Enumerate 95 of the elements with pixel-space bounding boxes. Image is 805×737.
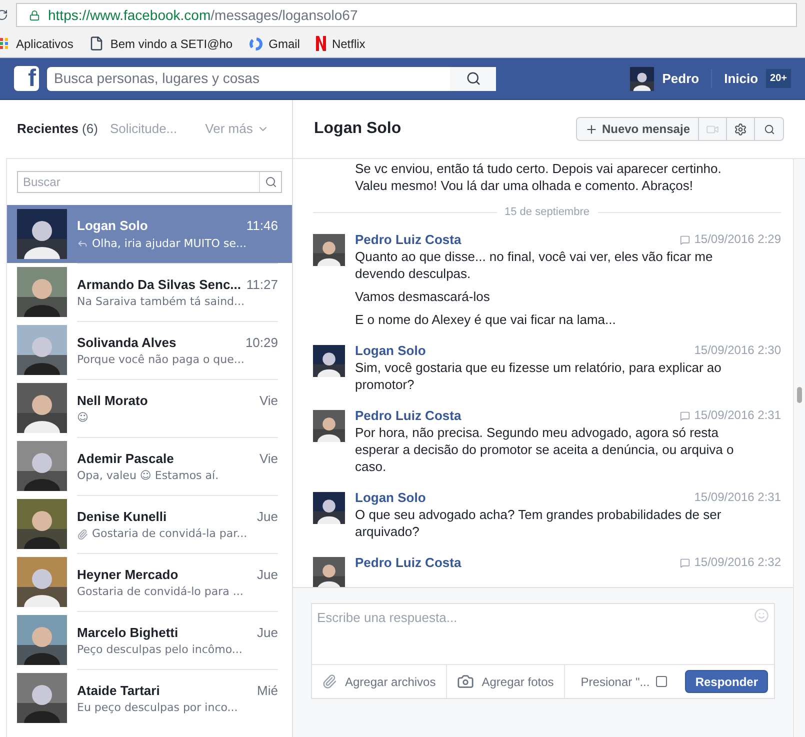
bookmark-label: Bem vindo a SETI@ho (110, 36, 233, 52)
message-preview: Gostaria de convidá-la par... (92, 526, 248, 542)
bookmark-label: Netflix (332, 36, 366, 52)
message-time: Vie (259, 392, 278, 410)
conversation-item[interactable]: Solivanda Alves 10:29 Porque você não paga o que... (7, 321, 292, 379)
message-timestamp: 15/09/2016 2:31 (694, 489, 781, 506)
reply-button[interactable]: Responder (685, 670, 768, 693)
conversation-item[interactable]: Ataide Tartari Mié Eu peço desculpas por inco... (7, 669, 292, 727)
message-text: O que seu advogado acha? Tem grandes probabilidades de ser arquivado? (355, 506, 722, 540)
netflix-icon (316, 36, 326, 51)
notification-badge: 20+ (766, 69, 791, 88)
video-camera-icon (706, 122, 719, 136)
contact-name: Solivanda Alves (77, 334, 176, 352)
contact-name: Heyner Mercado (77, 566, 178, 584)
message-time: 11:46 (246, 217, 278, 235)
search-icon (764, 124, 774, 134)
message-time: Mié (257, 682, 278, 700)
message-bubble-icon (680, 558, 690, 568)
contact-name: Armando Da Silvas Senc... (77, 276, 242, 294)
author-name[interactable]: Pedro Luiz Costa (355, 407, 462, 424)
contact-name: Ademir Pascale (77, 450, 174, 468)
message-preview: Opa, valeu ☺ Estamos aí. (77, 468, 219, 484)
enter-to-send-label: Presionar "... (580, 674, 650, 690)
message-text: Quanto ao que disse... no final, você vai ver, eles vão ficar me devendo desculpas. (355, 248, 714, 282)
message-text: E o nome do Alexey é que vai ficar na lama... (355, 311, 617, 328)
message-time: 10:29 (245, 334, 278, 352)
user-name[interactable]: Pedro (662, 68, 712, 88)
message-text: Se vc enviou, então tá tudo certo. Depois vai aparecer certinho. (355, 160, 722, 177)
message-timestamp: 15/09/2016 2:29 (694, 231, 781, 248)
message-time: Vie (259, 450, 278, 468)
add-files-button[interactable]: Agregar archivos (312, 665, 447, 698)
search-icon (264, 176, 276, 188)
conversation-item[interactable]: Armando Da Silvas Senc... 11:27 Na Saraiva também tá saind... (7, 263, 292, 321)
conversation-title: Logan Solo (314, 119, 402, 139)
message-text: Sim, você gostaria que eu fizesse um relatório, para explicar ao promotor? (355, 359, 722, 393)
scrollbar-thumb[interactable] (797, 387, 802, 403)
conversation-item[interactable]: Nell Morato Vie ☺ (7, 379, 292, 437)
bookmark[interactable]: Netflix (316, 34, 366, 52)
message-preview: Eu peço desculpas por inco... (77, 700, 238, 716)
message-text: Por hora, não precisa. Segundo meu advogado, agora só resta esperar a decisão do promotor se aceita a denúncia, ou arquiva o caso. (355, 424, 735, 475)
message-time: Jue (257, 508, 278, 526)
message-time: Jue (257, 624, 278, 642)
message-preview: Peço desculpas pelo incômo... (77, 642, 242, 658)
bookmark[interactable]: Gmail (248, 34, 300, 52)
contact-name: Denise Kunelli (77, 508, 167, 526)
message-timestamp: 15/09/2016 2:30 (694, 342, 781, 359)
message-bubble-icon (680, 234, 690, 244)
message-time: Jue (257, 566, 278, 584)
conversation-item[interactable]: Marcelo Bighetti Jue Peço desculpas pelo incômo... (7, 611, 292, 669)
apps-grid-icon (0, 38, 10, 50)
author-name[interactable]: Pedro Luiz Costa (355, 554, 462, 571)
reply-icon (77, 238, 88, 250)
paperclip-icon (77, 528, 88, 540)
conversation-item[interactable]: Ademir Pascale Vie Opa, valeu ☺ Estamos aí. (7, 437, 292, 495)
bookmark[interactable]: Aplicativos (0, 34, 74, 52)
author-name[interactable]: Logan Solo (355, 489, 426, 506)
conversation-item[interactable]: Heyner Mercado Jue Gostaria de convidá-lo para ... (7, 553, 292, 611)
paperclip-icon (322, 674, 337, 689)
message-text: Valeu mesmo! Vou lá dar uma olhada e comento. Abraços! (355, 177, 694, 194)
search-icon[interactable] (466, 71, 480, 86)
lock-icon (29, 10, 40, 20)
contact-name: Marcelo Bighetti (77, 624, 178, 642)
author-name[interactable]: Pedro Luiz Costa (355, 231, 462, 248)
message-time: 11:27 (246, 276, 278, 294)
bookmark[interactable]: Bem vindo a SETI@ho (89, 34, 233, 52)
recent-tab[interactable]: Recientes (6) (17, 119, 98, 139)
bookmark-label: Gmail (268, 36, 300, 52)
page-icon (89, 36, 104, 51)
settings-icon (734, 122, 747, 136)
add-photos-button[interactable]: Agregar fotos (446, 665, 565, 698)
message-preview: ☺ (77, 410, 88, 426)
message-preview: Na Saraiva também tá saind... (77, 294, 245, 310)
camera-icon (456, 673, 474, 690)
url-text: https://www.facebook.com/messages/logansolo67 (48, 6, 358, 25)
address-bar[interactable]: https://www.facebook.com/messages/logansolo67 (16, 3, 797, 27)
message-bubble-icon (680, 410, 690, 420)
message-timestamp: 15/09/2016 2:32 (694, 554, 781, 571)
plus-icon (584, 122, 598, 136)
conversation-item[interactable]: Logan Solo 11:46 Olha, iria ajudar MUITO se... (7, 205, 292, 263)
message-timestamp: 15/09/2016 2:31 (694, 407, 781, 424)
logo[interactable]: f (14, 66, 39, 91)
author-name[interactable]: Logan Solo (355, 342, 426, 359)
message-preview: Porque você não paga o que... (77, 352, 244, 368)
message-preview: Olha, iria ajudar MUITO se... (92, 236, 246, 252)
search-field[interactable]: Busca personas, lugares y cosas (47, 66, 496, 90)
bookmark-label: Aplicativos (16, 36, 74, 52)
home-link[interactable]: Inicio (724, 68, 758, 88)
contact-name: Nell Morato (77, 392, 148, 410)
conversation-item[interactable]: Denise Kunelli Jue Gostaria de convidá-la par... (7, 495, 292, 553)
date-divider: 15 de septiembre (504, 205, 590, 220)
enter-to-send-checkbox[interactable] (656, 676, 667, 687)
message-text: Vamos desmascará-los (355, 288, 491, 305)
message-preview: Gostaria de convidá-lo para ... (77, 584, 244, 600)
contact-name: Logan Solo (77, 217, 148, 235)
contact-name: Ataide Tartari (77, 682, 160, 700)
